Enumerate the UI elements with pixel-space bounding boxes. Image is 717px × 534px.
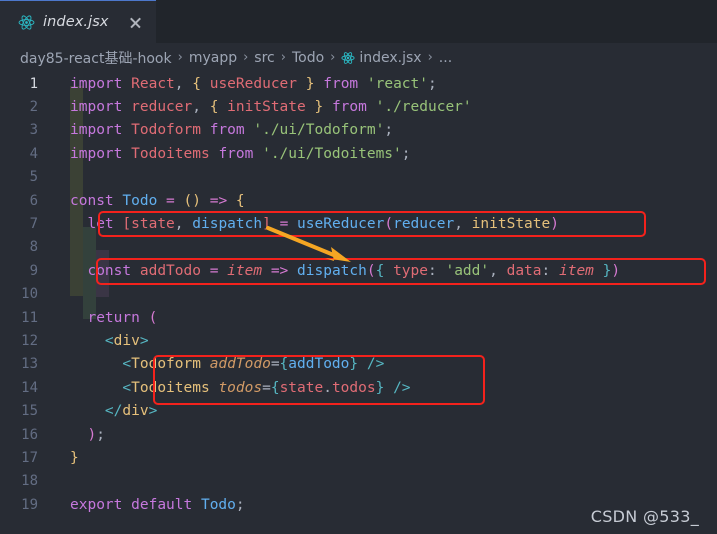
line-content[interactable]: import reducer, { initState } from './re… (54, 99, 620, 115)
line-content[interactable]: import React, { useReducer } from 'react… (54, 76, 620, 92)
line-number: 11 (21, 309, 38, 326)
breadcrumb-separator: › (177, 50, 183, 65)
code-line[interactable]: 7 let [state, dispatch] = useReducer(red… (0, 212, 620, 235)
breadcrumb-item-overflow[interactable]: ... (439, 50, 452, 66)
breadcrumb-separator: › (280, 50, 286, 65)
line-number: 8 (29, 239, 38, 256)
breadcrumb-item-todo[interactable]: Todo (292, 50, 324, 66)
code-line[interactable]: 12 <div> (0, 329, 620, 352)
line-number: 18 (21, 473, 38, 490)
vscode-editor-window: index.jsx day85-react基础-hook › myapp › s… (0, 0, 717, 534)
code-line[interactable]: 9 const addTodo = item => dispatch({ typ… (0, 259, 621, 282)
code-line[interactable]: 11 return ( (0, 306, 620, 329)
line-content[interactable]: let [state, dispatch] = useReducer(reduc… (54, 216, 620, 232)
code-line[interactable]: 4 import Todoitems from './ui/Todoitems'… (0, 142, 620, 165)
editor-tab-label: index.jsx (43, 14, 109, 30)
code-line[interactable]: 5 (0, 166, 620, 189)
code-editor[interactable]: 1 import React, { useReducer } from 'rea… (0, 72, 717, 534)
code-line[interactable]: 13 <Todoform addTodo={addTodo} /> (0, 353, 620, 376)
code-line[interactable]: 1 import React, { useReducer } from 'rea… (0, 72, 620, 95)
line-number: 9 (29, 262, 38, 279)
react-icon (18, 14, 35, 30)
breadcrumb-item-day85[interactable]: day85-react基础-hook (20, 48, 172, 68)
code-line[interactable]: 6 const Todo = () => { (0, 189, 620, 212)
line-number: 12 (21, 332, 38, 349)
line-content[interactable]: import Todoform from './ui/Todoform'; (54, 122, 620, 138)
line-content[interactable] (54, 286, 620, 302)
line-content[interactable] (54, 473, 620, 489)
code-line[interactable]: 19 export default Todo; (0, 493, 620, 516)
line-number: 16 (21, 426, 38, 443)
breadcrumb-item-src[interactable]: src (254, 50, 274, 66)
breadcrumb-item-index-jsx[interactable]: index.jsx (359, 50, 421, 66)
line-content[interactable] (54, 239, 620, 255)
code-line[interactable]: 15 </div> (0, 399, 620, 422)
code-line[interactable]: 14 <Todoitems todos={state.todos} /> (0, 376, 620, 399)
editor-tab-index-jsx[interactable]: index.jsx (0, 0, 156, 43)
line-number: 14 (21, 379, 38, 396)
code-line[interactable]: 2 import reducer, { initState } from './… (0, 95, 620, 118)
code-line[interactable]: 10 (0, 283, 620, 306)
line-number: 15 (21, 403, 38, 420)
line-content[interactable]: <div> (54, 333, 620, 349)
line-number: 4 (29, 145, 38, 162)
breadcrumb-separator: › (427, 50, 433, 65)
breadcrumb-separator: › (243, 50, 249, 65)
code-line[interactable]: 8 (0, 236, 620, 259)
line-number: 10 (21, 286, 38, 303)
line-content[interactable]: export default Todo; (54, 497, 620, 513)
line-content[interactable]: <Todoform addTodo={addTodo} /> (54, 356, 620, 372)
watermark: CSDN @533_ (590, 507, 699, 526)
code-line[interactable]: 16 ); (0, 423, 620, 446)
line-content[interactable]: ); (54, 427, 620, 443)
line-content[interactable]: return ( (54, 310, 620, 326)
line-number: 17 (21, 449, 38, 466)
line-number: 13 (21, 356, 38, 373)
code-line[interactable]: 3 import Todoform from './ui/Todoform'; (0, 119, 620, 142)
line-content[interactable]: import Todoitems from './ui/Todoitems'; (54, 146, 620, 162)
line-number: 19 (21, 496, 38, 513)
line-content[interactable]: const Todo = () => { (54, 193, 620, 209)
line-number: 3 (29, 122, 38, 139)
breadcrumb-item-myapp[interactable]: myapp (189, 50, 237, 66)
line-content[interactable]: } (54, 450, 620, 466)
line-content[interactable]: <Todoitems todos={state.todos} /> (54, 380, 620, 396)
line-content[interactable]: const addTodo = item => dispatch({ type:… (54, 263, 620, 279)
code-lines: 1 import React, { useReducer } from 'rea… (0, 72, 620, 516)
line-number: 1 (29, 75, 38, 92)
line-number: 2 (29, 99, 38, 116)
line-content[interactable] (54, 169, 620, 185)
line-number: 5 (29, 169, 38, 186)
editor-tab-bar: index.jsx (0, 0, 717, 43)
code-line[interactable]: 18 (0, 470, 620, 493)
code-line[interactable]: 17 } (0, 446, 620, 469)
line-content[interactable]: </div> (54, 403, 620, 419)
close-icon[interactable] (127, 14, 144, 31)
breadcrumb-separator: › (330, 50, 336, 65)
breadcrumb[interactable]: day85-react基础-hook › myapp › src › Todo … (0, 43, 717, 72)
react-icon (341, 51, 355, 64)
line-number: 7 (29, 216, 38, 233)
line-number: 6 (29, 192, 38, 209)
